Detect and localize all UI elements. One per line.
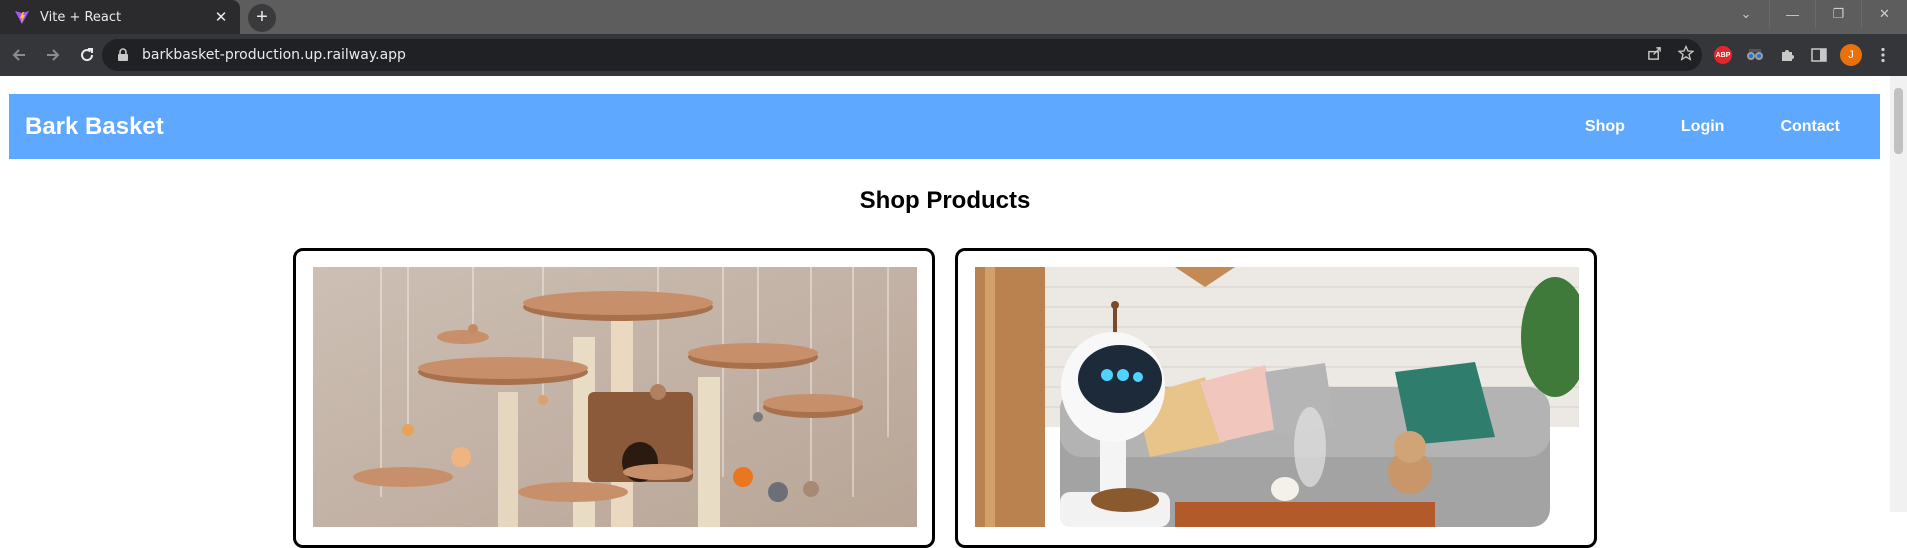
window-controls: ⌄ — ❐ ✕ (1723, 0, 1907, 28)
minimize-button[interactable]: — (1769, 0, 1815, 28)
product-card[interactable] (955, 248, 1597, 548)
tab-close-icon[interactable]: ✕ (212, 8, 230, 26)
browser-tabstrip: Vite + React ✕ + ⌄ — ❐ ✕ (0, 0, 1907, 34)
extensions-area: ABP J (1707, 42, 1899, 68)
forward-arrow-icon[interactable] (38, 40, 68, 70)
product-image-cat-tree[interactable] (313, 267, 917, 527)
adblock-extension-icon[interactable]: ABP (1707, 42, 1739, 68)
new-tab-button[interactable]: + (248, 4, 276, 32)
nav-link-shop[interactable]: Shop (1585, 118, 1625, 136)
bookmark-star-icon[interactable] (1670, 44, 1702, 65)
side-panel-icon[interactable] (1803, 42, 1835, 68)
back-arrow-icon[interactable] (4, 40, 34, 70)
brand-logo[interactable]: Bark Basket (25, 113, 1557, 141)
browser-tab[interactable]: Vite + React ✕ (0, 0, 240, 34)
main-nav: Shop Login Contact (1557, 118, 1868, 136)
address-bar[interactable]: barkbasket-production.up.railway.app (102, 39, 1702, 71)
product-card[interactable] (293, 248, 935, 548)
product-image-robot-feeder[interactable] (975, 267, 1579, 527)
spy-extension-icon[interactable] (1739, 42, 1771, 68)
nav-link-contact[interactable]: Contact (1780, 118, 1840, 136)
browser-toolbar: barkbasket-production.up.railway.app ABP… (0, 34, 1907, 76)
site-header: Bark Basket Shop Login Contact (9, 94, 1880, 159)
profile-avatar[interactable]: J (1835, 42, 1867, 68)
puzzle-extensions-icon[interactable] (1771, 42, 1803, 68)
nav-link-login[interactable]: Login (1681, 118, 1725, 136)
tab-title: Vite + React (40, 9, 122, 25)
page-scrollbar[interactable] (1890, 76, 1907, 512)
tab-search-icon[interactable]: ⌄ (1723, 0, 1769, 28)
more-menu-icon[interactable] (1867, 42, 1899, 68)
reload-icon[interactable] (72, 40, 102, 70)
vite-favicon-icon (15, 11, 29, 24)
restore-button[interactable]: ❐ (1815, 0, 1861, 28)
scrollbar-thumb[interactable] (1894, 88, 1903, 154)
lock-icon (118, 48, 128, 61)
url-text: barkbasket-production.up.railway.app (142, 47, 406, 63)
page-viewport: Bark Basket Shop Login Contact Shop Prod… (0, 76, 1907, 548)
share-icon[interactable] (1638, 46, 1670, 65)
page-title: Shop Products (859, 187, 1031, 214)
close-window-button[interactable]: ✕ (1861, 0, 1907, 28)
